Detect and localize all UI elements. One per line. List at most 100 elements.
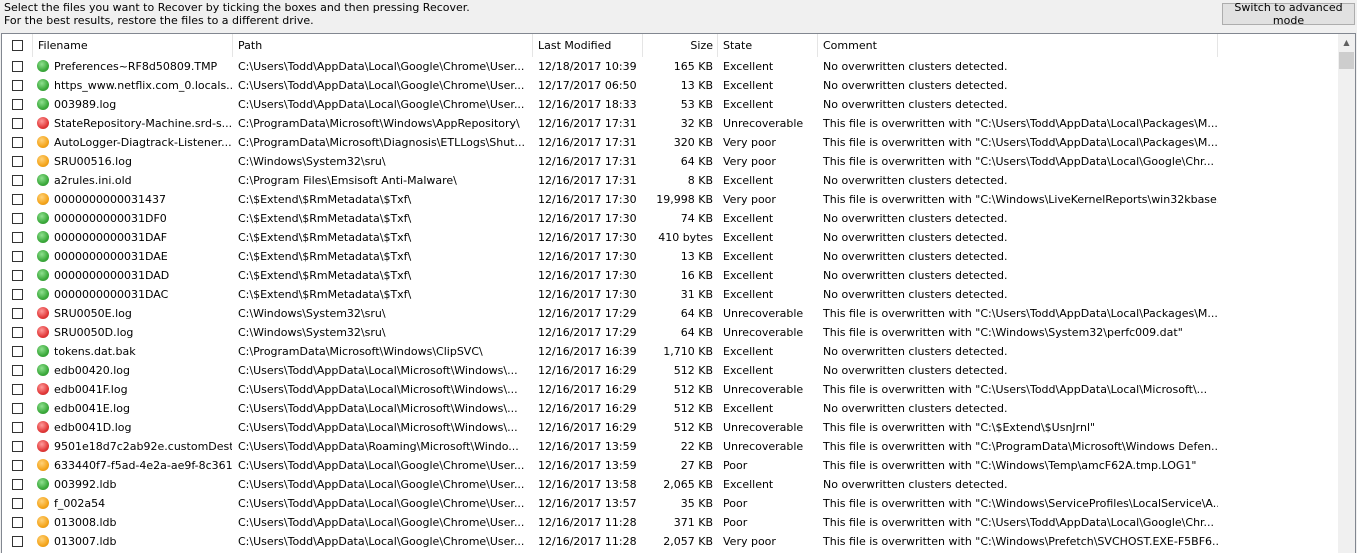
cell-last-modified: 12/16/2017 11:28 — [538, 535, 637, 548]
select-all-checkbox[interactable] — [12, 40, 23, 51]
column-header-size[interactable]: Size — [643, 34, 718, 57]
table-row[interactable]: 0000000000031DAF C:\$Extend\$RmMetadata\$… — [2, 228, 1338, 247]
column-header-filename[interactable]: Filename — [33, 34, 233, 57]
scrollbar-thumb[interactable] — [1339, 52, 1354, 69]
row-checkbox[interactable] — [12, 498, 23, 509]
row-checkbox[interactable] — [12, 422, 23, 433]
column-header-comment[interactable]: Comment — [818, 34, 1218, 57]
row-checkbox[interactable] — [12, 308, 23, 319]
table-row[interactable]: Preferences~RF8d50809.TMP C:\Users\Todd\A… — [2, 57, 1338, 76]
table-row[interactable]: https_www.netflix.com_0.locals... C:\User… — [2, 76, 1338, 95]
row-checkbox[interactable] — [12, 156, 23, 167]
status-dot-icon — [37, 497, 49, 509]
cell-filename: 013008.ldb — [54, 516, 117, 529]
row-checkbox[interactable] — [12, 80, 23, 91]
row-checkbox[interactable] — [12, 270, 23, 281]
table-row[interactable]: 0000000000031437 C:\$Extend\$RmMetadata\$… — [2, 190, 1338, 209]
row-checkbox[interactable] — [12, 327, 23, 338]
table-row[interactable]: SRU0050D.log C:\Windows\System32\sru\ 12/1… — [2, 323, 1338, 342]
column-header-last-modified[interactable]: ⌄ Last Modified — [533, 34, 643, 57]
row-checkbox[interactable] — [12, 61, 23, 72]
table-row[interactable]: 0000000000031DF0 C:\$Extend\$RmMetadata\$… — [2, 209, 1338, 228]
cell-size: 32 KB — [680, 117, 713, 130]
table-row[interactable]: 633440f7-f5ad-4e2a-ae9f-8c361... C:\Users… — [2, 456, 1338, 475]
row-checkbox[interactable] — [12, 479, 23, 490]
row-checkbox[interactable] — [12, 251, 23, 262]
cell-state: Poor — [723, 516, 748, 529]
table-row[interactable]: 0000000000031DAC C:\$Extend\$RmMetadata\$… — [2, 285, 1338, 304]
cell-path: C:\Users\Todd\AppData\Local\Google\Chrom… — [238, 98, 525, 111]
cell-size: 53 KB — [680, 98, 713, 111]
cell-size: 8 KB — [687, 174, 713, 187]
cell-filename: a2rules.ini.old — [54, 174, 132, 187]
table-row[interactable]: StateRepository-Machine.srd-s... C:\Progr… — [2, 114, 1338, 133]
vertical-scrollbar[interactable]: ▲ — [1338, 34, 1355, 553]
table-row[interactable]: edb0041F.log C:\Users\Todd\AppData\Local\… — [2, 380, 1338, 399]
row-checkbox[interactable] — [12, 441, 23, 452]
table-row[interactable]: 003989.log C:\Users\Todd\AppData\Local\Go… — [2, 95, 1338, 114]
cell-state: Very poor — [723, 136, 776, 149]
cell-size: 410 bytes — [658, 231, 713, 244]
cell-state: Unrecoverable — [723, 326, 804, 339]
row-checkbox[interactable] — [12, 517, 23, 528]
row-checkbox[interactable] — [12, 99, 23, 110]
cell-state: Excellent — [723, 174, 774, 187]
column-header-state[interactable]: State — [718, 34, 818, 57]
cell-state: Excellent — [723, 60, 774, 73]
table-row[interactable]: edb0041D.log C:\Users\Todd\AppData\Local\… — [2, 418, 1338, 437]
table-row[interactable]: a2rules.ini.old C:\Program Files\Emsisoft… — [2, 171, 1338, 190]
table-row[interactable]: 013007.ldb C:\Users\Todd\AppData\Local\Go… — [2, 532, 1338, 551]
cell-last-modified: 12/16/2017 17:31 — [538, 117, 637, 130]
cell-state: Poor — [723, 497, 748, 510]
cell-last-modified: 12/17/2017 06:50 — [538, 79, 637, 92]
table-row[interactable]: edb00420.log C:\Users\Todd\AppData\Local\… — [2, 361, 1338, 380]
table-row[interactable]: tokens.dat.bak C:\ProgramData\Microsoft\W… — [2, 342, 1338, 361]
row-checkbox[interactable] — [12, 460, 23, 471]
table-row[interactable]: edb0041E.log C:\Users\Todd\AppData\Local\… — [2, 399, 1338, 418]
status-dot-icon — [37, 383, 49, 395]
row-checkbox[interactable] — [12, 384, 23, 395]
row-checkbox[interactable] — [12, 403, 23, 414]
scroll-up-arrow-icon[interactable]: ▲ — [1338, 34, 1355, 51]
table-row[interactable]: 9501e18d7c2ab92e.customDesti... C:\Users\… — [2, 437, 1338, 456]
cell-path: C:\Users\Todd\AppData\Local\Google\Chrom… — [238, 60, 525, 73]
row-checkbox[interactable] — [12, 232, 23, 243]
cell-filename: 013007.ldb — [54, 535, 117, 548]
row-checkbox[interactable] — [12, 175, 23, 186]
status-dot-icon — [37, 250, 49, 262]
row-checkbox[interactable] — [12, 137, 23, 148]
cell-path: C:\Windows\System32\sru\ — [238, 326, 386, 339]
status-dot-icon — [37, 288, 49, 300]
cell-filename: f_002a54 — [54, 497, 106, 510]
cell-filename: SRU00516.log — [54, 155, 132, 168]
column-header-path[interactable]: Path — [233, 34, 533, 57]
status-dot-icon — [37, 155, 49, 167]
table-row[interactable]: 0000000000031DAE C:\$Extend\$RmMetadata\$… — [2, 247, 1338, 266]
row-checkbox[interactable] — [12, 118, 23, 129]
cell-last-modified: 12/16/2017 16:29 — [538, 364, 637, 377]
status-dot-icon — [37, 231, 49, 243]
table-row[interactable]: 0000000000031DAD C:\$Extend\$RmMetadata\$… — [2, 266, 1338, 285]
row-checkbox[interactable] — [12, 194, 23, 205]
row-checkbox[interactable] — [12, 289, 23, 300]
table-row[interactable]: SRU00516.log C:\Windows\System32\sru\ 12/1… — [2, 152, 1338, 171]
table-row[interactable]: 003992.ldb C:\Users\Todd\AppData\Local\Go… — [2, 475, 1338, 494]
row-checkbox[interactable] — [12, 536, 23, 547]
cell-last-modified: 12/16/2017 17:29 — [538, 326, 637, 339]
cell-size: 35 KB — [680, 497, 713, 510]
cell-path: C:\Users\Todd\AppData\Local\Google\Chrom… — [238, 535, 525, 548]
switch-advanced-mode-button[interactable]: Switch to advanced mode — [1222, 1, 1355, 27]
status-dot-icon — [37, 516, 49, 528]
row-checkbox[interactable] — [12, 213, 23, 224]
cell-filename: Preferences~RF8d50809.TMP — [54, 60, 218, 73]
row-checkbox[interactable] — [12, 346, 23, 357]
table-row[interactable]: AutoLogger-Diagtrack-Listener... C:\Progr… — [2, 133, 1338, 152]
status-dot-icon — [37, 535, 49, 547]
table-row[interactable]: SRU0050E.log C:\Windows\System32\sru\ 12/1… — [2, 304, 1338, 323]
table-row[interactable]: 013008.ldb C:\Users\Todd\AppData\Local\Go… — [2, 513, 1338, 532]
cell-path: C:\Windows\System32\sru\ — [238, 155, 386, 168]
table-row[interactable]: f_002a54 C:\Users\Todd\AppData\Local\Goog… — [2, 494, 1338, 513]
cell-comment: This file is overwritten with "C:\Users\… — [823, 516, 1215, 529]
row-checkbox[interactable] — [12, 365, 23, 376]
cell-path: C:\Users\Todd\AppData\Local\Microsoft\Wi… — [238, 421, 518, 434]
